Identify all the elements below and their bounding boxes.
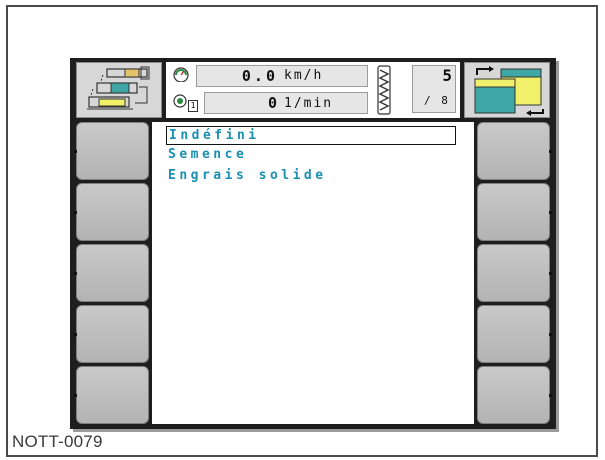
- softkey-left-3[interactable]: [74, 244, 149, 302]
- header-bar: 0.0 km/h 1 0 1/min 5 / 8: [76, 62, 550, 118]
- softkey-marker: [74, 333, 77, 336]
- machine-view-button[interactable]: [76, 62, 162, 118]
- terminal-display: 0.0 km/h 1 0 1/min 5 / 8 Indéfini Semenc…: [70, 58, 556, 429]
- softkey-left-4[interactable]: [74, 305, 149, 363]
- rpm-value: 0: [267, 94, 280, 112]
- softkey-marker: [74, 211, 77, 214]
- speed-unit: km/h: [284, 68, 324, 83]
- softkey-right-2[interactable]: [477, 183, 552, 241]
- page-switch-button[interactable]: [464, 62, 550, 118]
- softkey-marker: [549, 394, 552, 397]
- softkey-left-1[interactable]: [74, 122, 149, 180]
- rpm-unit: 1/min: [284, 96, 334, 111]
- selection-list: Indéfini Semence Engrais solide: [152, 122, 474, 424]
- list-item-undefined[interactable]: Indéfini: [166, 126, 456, 145]
- figure-caption: NOTT-0079: [12, 432, 103, 451]
- softkey-right-3[interactable]: [477, 244, 552, 302]
- page-switch-icon: [474, 66, 544, 116]
- tire-track-icon: [377, 65, 391, 115]
- softkey-right-1[interactable]: [477, 122, 552, 180]
- section-count: 5: [442, 66, 452, 85]
- softkey-marker: [549, 150, 552, 153]
- speed-value: 0.0: [241, 67, 278, 85]
- softkey-marker: [549, 211, 552, 214]
- info-panel: 0.0 km/h 1 0 1/min 5 / 8: [166, 62, 460, 118]
- list-item-solid-fertilizer[interactable]: Engrais solide: [166, 167, 456, 186]
- softkey-marker: [74, 150, 77, 153]
- pto-index: 1: [188, 100, 198, 112]
- softkey-marker: [74, 272, 77, 275]
- machine-layout-icon: [87, 66, 150, 110]
- figure-frame: 0.0 km/h 1 0 1/min 5 / 8 Indéfini Semenc…: [6, 5, 598, 457]
- softkey-marker: [549, 272, 552, 275]
- softkey-left-2[interactable]: [74, 183, 149, 241]
- softkey-marker: [549, 333, 552, 336]
- section-total: / 8: [424, 94, 450, 107]
- softkey-right-5[interactable]: [477, 366, 552, 424]
- softkey-right-4[interactable]: [477, 305, 552, 363]
- softkey-marker: [74, 394, 77, 397]
- speedometer-icon: [173, 67, 189, 82]
- list-item-seed[interactable]: Semence: [166, 146, 456, 165]
- softkey-left-5[interactable]: [74, 366, 149, 424]
